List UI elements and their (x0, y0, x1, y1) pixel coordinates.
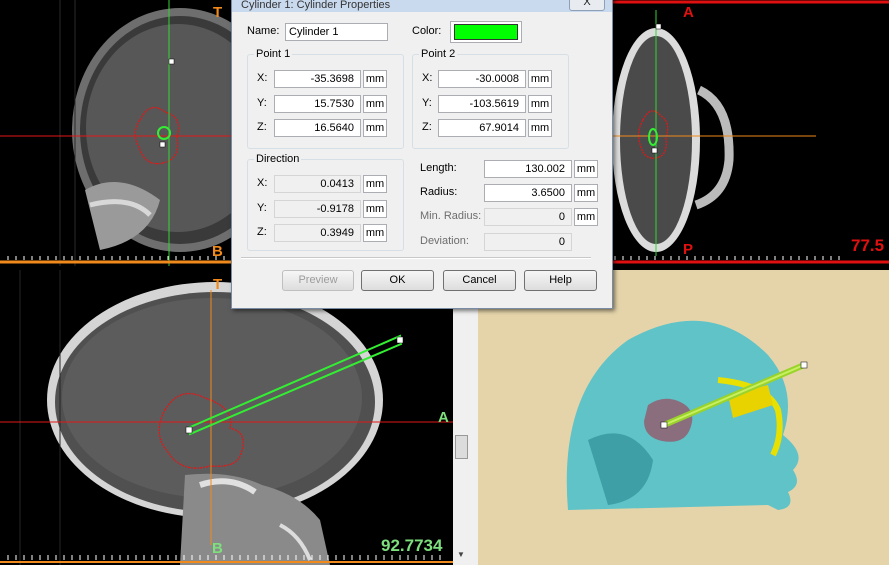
length-label: Length: (420, 162, 457, 174)
point1-z-unit[interactable]: mm (363, 119, 387, 137)
help-button[interactable]: Help (524, 270, 597, 291)
deviation-label: Deviation: (420, 235, 469, 247)
axial-view[interactable]: A P 77.5 (611, 0, 889, 266)
min-radius-label: Min. Radius: (420, 210, 482, 222)
dialog-title: Cylinder 1: Cylinder Properties (241, 0, 391, 11)
top-marker: T (213, 276, 223, 293)
point1-title: Point 1 (254, 48, 293, 60)
point2-x-label: X: (422, 72, 433, 84)
point2-y-unit[interactable]: mm (528, 95, 552, 113)
color-picker-button[interactable] (450, 21, 522, 43)
anterior-marker: A (683, 4, 694, 21)
point2-x-field[interactable]: -30.0008 (438, 70, 526, 88)
direction-x-unit[interactable]: mm (363, 175, 387, 193)
direction-x-field: 0.0413 (274, 175, 361, 193)
point1-x-label: X: (257, 72, 268, 84)
close-button[interactable]: X (569, 0, 605, 11)
direction-y-unit[interactable]: mm (363, 200, 387, 218)
point1-z-label: Z: (257, 121, 267, 133)
bottom-marker: B (212, 243, 223, 260)
name-label: Name: (247, 25, 280, 37)
3d-view[interactable] (478, 270, 889, 565)
point2-x-unit[interactable]: mm (528, 70, 552, 88)
point1-y-unit[interactable]: mm (363, 95, 387, 113)
posterior-marker: P (683, 241, 694, 258)
view-divider (470, 270, 478, 565)
color-label: Color: (412, 25, 442, 37)
slice-readout: 92.7734 (381, 536, 443, 555)
scroll-thumb[interactable] (455, 435, 468, 459)
point1-y-label: Y: (257, 97, 267, 109)
direction-x-label: X: (257, 177, 268, 189)
sagittal-view-bottom[interactable]: T B A 92.7734 (0, 270, 453, 565)
point2-z-label: Z: (422, 121, 432, 133)
color-swatch (454, 24, 518, 40)
point1-z-field[interactable]: 16.5640 (274, 119, 361, 137)
name-field[interactable]: Cylinder 1 (285, 23, 388, 41)
dialog-titlebar[interactable]: Cylinder 1: Cylinder Properties X (232, 0, 612, 12)
point1-y-field[interactable]: 15.7530 (274, 95, 361, 113)
direction-y-field: -0.9178 (274, 200, 361, 218)
length-field[interactable]: 130.002 (484, 160, 572, 178)
direction-z-unit[interactable]: mm (363, 224, 387, 242)
radius-field[interactable]: 3.6500 (484, 184, 572, 202)
radius-unit[interactable]: mm (574, 184, 598, 202)
axial-ct-image (611, 0, 889, 266)
radius-label: Radius: (420, 186, 458, 198)
3d-head-render (478, 270, 889, 565)
sagittal-ct-cylinder-image (0, 270, 453, 565)
point2-y-label: Y: (422, 97, 432, 109)
point2-y-field[interactable]: -103.5619 (438, 95, 526, 113)
sagittal-ct-image (0, 0, 232, 266)
sagittal-view-top[interactable]: T B (0, 0, 232, 266)
point2-z-unit[interactable]: mm (528, 119, 552, 137)
slice-readout: 77.5 (851, 236, 885, 255)
min-radius-unit[interactable]: mm (574, 208, 598, 226)
direction-title: Direction (254, 153, 302, 165)
dialog-body: Name: Cylinder 1 Color: Point 1 X: -35.3… (239, 12, 605, 301)
anterior-marker: A (438, 409, 449, 426)
direction-y-label: Y: (257, 202, 267, 214)
point1-x-unit[interactable]: mm (363, 70, 387, 88)
cylinder-properties-dialog: Cylinder 1: Cylinder Properties X Name: … (231, 0, 613, 309)
top-marker: T (213, 4, 223, 21)
point1-x-field[interactable]: -35.3698 (274, 70, 361, 88)
direction-z-label: Z: (257, 226, 267, 238)
cancel-button[interactable]: Cancel (443, 270, 516, 291)
bottom-marker: B (212, 540, 223, 557)
preview-button[interactable]: Preview (282, 270, 354, 291)
min-radius-field: 0 (484, 208, 572, 226)
point2-z-field[interactable]: 67.9014 (438, 119, 526, 137)
length-unit[interactable]: mm (574, 160, 598, 178)
ok-button[interactable]: OK (361, 270, 434, 291)
scroll-down-arrow[interactable]: ▼ (457, 550, 465, 559)
direction-z-field: 0.3949 (274, 224, 361, 242)
point2-title: Point 2 (419, 48, 458, 60)
deviation-field: 0 (484, 233, 572, 251)
dialog-separator (241, 257, 591, 259)
vertical-scrollbar[interactable]: ▼ (453, 270, 470, 565)
